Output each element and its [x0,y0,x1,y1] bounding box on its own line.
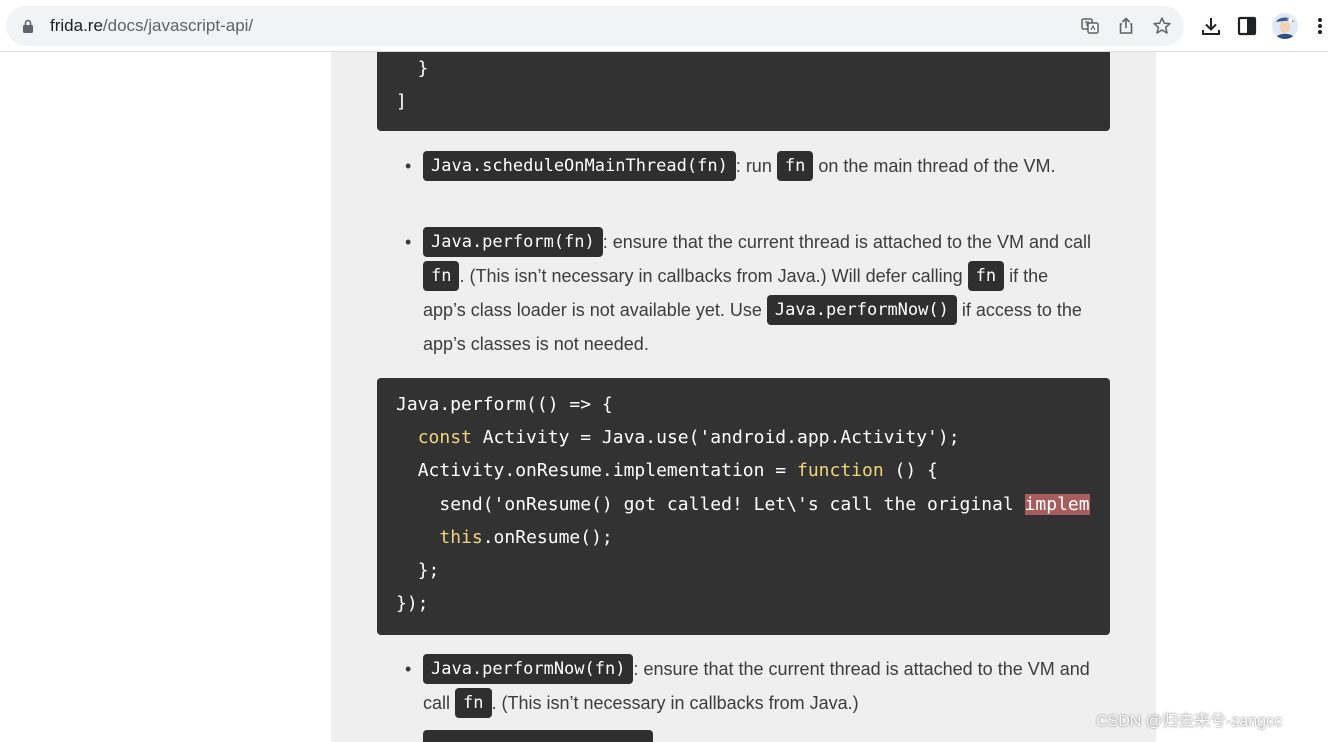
keyword-token: const [417,427,472,448]
inline-code: fn [967,260,1005,291]
bookmark-star-icon[interactable] [1152,16,1172,36]
code-block-example: Java.perform(() => { const Activity = Ja… [377,378,1110,635]
error-highlight: implem [1024,494,1090,515]
bullet: • [405,659,412,679]
side-panel-icon[interactable] [1236,15,1258,37]
item-text: : run [735,156,777,176]
share-icon[interactable] [1116,16,1136,36]
inline-code: fn [776,150,814,181]
inline-code: Java.performNow(fn) [423,653,634,684]
code-line: Activity.onResume.implementation = funct… [417,460,938,481]
item-text: : ensure that the current thread is atta… [602,232,1092,252]
bullet: • [405,156,412,176]
profile-avatar[interactable] [1272,13,1298,39]
download-icon[interactable] [1200,15,1222,37]
code-line: }; [417,560,440,581]
address-bar[interactable]: frida.re/docs/javascript-api/ [6,6,1184,46]
url-host: frida.re [50,16,103,35]
bullet: • [405,232,412,252]
csdn-watermark: CSDN @归去来兮-zangcc [1096,713,1283,730]
keyword-token: this [439,527,483,548]
list-item-schedule-on-main-thread: • Java.scheduleOnMainThread(fn): run fn … [405,149,1093,183]
avatar-image [1272,13,1298,39]
code-line: Java.perform(() => { [396,394,613,415]
menu-kebab-icon[interactable] [1316,14,1324,38]
inline-code: Java.scheduleOnMainThread(fn) [423,150,736,181]
list-item-partial [423,730,653,742]
url-text[interactable]: frida.re/docs/javascript-api/ [50,16,253,36]
item-text: . (This isn’t necessary in callbacks fro… [459,266,968,286]
code-line: }); [396,593,429,614]
list-item-java-perform-now: • Java.performNow(fn): ensure that the c… [405,652,1093,720]
inline-code: fn [423,260,460,291]
translate-icon[interactable] [1080,16,1100,36]
code-line: send('onResume() got called! Let\'s call… [439,494,1090,515]
code-line: } [396,58,429,79]
inline-code: fn [455,687,492,718]
code-line: ] [396,91,407,112]
code-line: const Activity = Java.use('android.app.A… [417,427,960,448]
keyword-token: function [796,460,884,481]
item-text: on the main thread of the VM. [813,156,1056,176]
inline-code: Java.perform(fn) [423,226,603,257]
item-text: . (This isn’t necessary in callbacks fro… [491,693,859,713]
code-line: this.onResume(); [439,527,613,548]
inline-code: Java.performNow() [766,294,957,325]
code-block-previous: } ] [377,52,1110,131]
lock-icon[interactable] [22,19,34,33]
url-path: /docs/javascript-api/ [102,16,254,35]
list-item-java-perform: • Java.perform(fn): ensure that the curr… [405,225,1093,361]
browser-toolbar: frida.re/docs/javascript-api/ [0,0,1328,52]
docs-content: } ] • Java.scheduleOnMainThread(fn): run… [331,52,1156,742]
